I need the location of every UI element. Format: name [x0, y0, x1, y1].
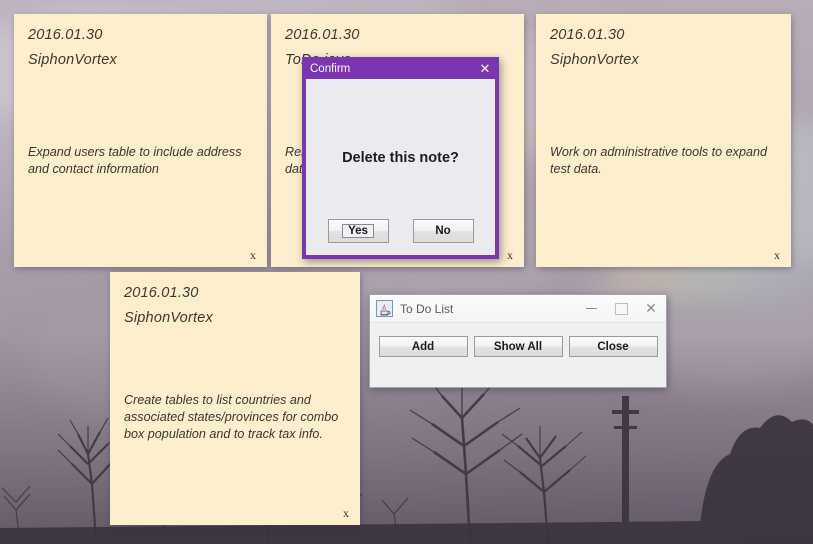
window-titlebar[interactable]: To Do List ✕ — [370, 295, 666, 323]
minimize-icon — [585, 308, 597, 309]
note-date: 2016.01.30 — [550, 27, 625, 43]
show-all-button[interactable]: Show All — [473, 336, 563, 357]
no-button[interactable]: No — [412, 219, 474, 243]
todo-list-window: To Do List ✕ Add Show All Close — [369, 294, 667, 388]
yes-button-label: Yes — [342, 224, 374, 238]
dialog-titlebar[interactable]: Confirm ✕ — [303, 58, 498, 79]
note-date: 2016.01.30 — [285, 27, 360, 43]
window-controls: ✕ — [576, 296, 666, 322]
note-author: SiphonVortex — [124, 309, 213, 326]
confirm-dialog: Confirm ✕ Delete this note? Yes No — [302, 57, 499, 259]
sticky-note[interactable]: 2016.01.30 SiphonVortex Create tables to… — [110, 272, 360, 525]
note-close-icon[interactable]: x — [507, 249, 513, 261]
note-body: Create tables to list countries and asso… — [124, 393, 339, 441]
close-window-button[interactable]: Close — [568, 336, 658, 357]
note-date: 2016.01.30 — [124, 285, 199, 301]
dialog-title: Confirm — [310, 62, 351, 75]
note-body: Expand users table to include address an… — [28, 145, 242, 176]
maximize-icon — [614, 302, 628, 315]
note-author: SiphonVortex — [28, 51, 117, 68]
window-title: To Do List — [400, 301, 454, 316]
note-close-icon[interactable]: x — [774, 249, 780, 261]
close-icon: ✕ — [645, 300, 657, 317]
note-close-icon[interactable]: x — [250, 249, 256, 261]
sticky-note[interactable]: 2016.01.30 SiphonVortex Work on administ… — [536, 14, 791, 267]
dialog-button-row: Yes No — [306, 219, 495, 243]
note-body: Work on administrative tools to expand t… — [550, 145, 767, 176]
dialog-body: Delete this note? Yes No — [303, 79, 498, 258]
note-close-icon[interactable]: x — [343, 507, 349, 519]
dialog-message: Delete this note? — [342, 150, 459, 166]
window-body: Add Show All Close — [370, 323, 666, 387]
note-date: 2016.01.30 — [28, 27, 103, 43]
close-icon[interactable]: ✕ — [476, 60, 494, 78]
sticky-note[interactable]: 2016.01.30 SiphonVortex Expand users tab… — [14, 14, 267, 267]
maximize-button[interactable] — [606, 296, 636, 322]
note-author: SiphonVortex — [550, 51, 639, 68]
close-button[interactable]: ✕ — [636, 296, 666, 322]
yes-button[interactable]: Yes — [327, 219, 389, 243]
java-cup-icon — [376, 300, 393, 317]
add-button[interactable]: Add — [378, 336, 468, 357]
minimize-button[interactable] — [576, 296, 606, 322]
